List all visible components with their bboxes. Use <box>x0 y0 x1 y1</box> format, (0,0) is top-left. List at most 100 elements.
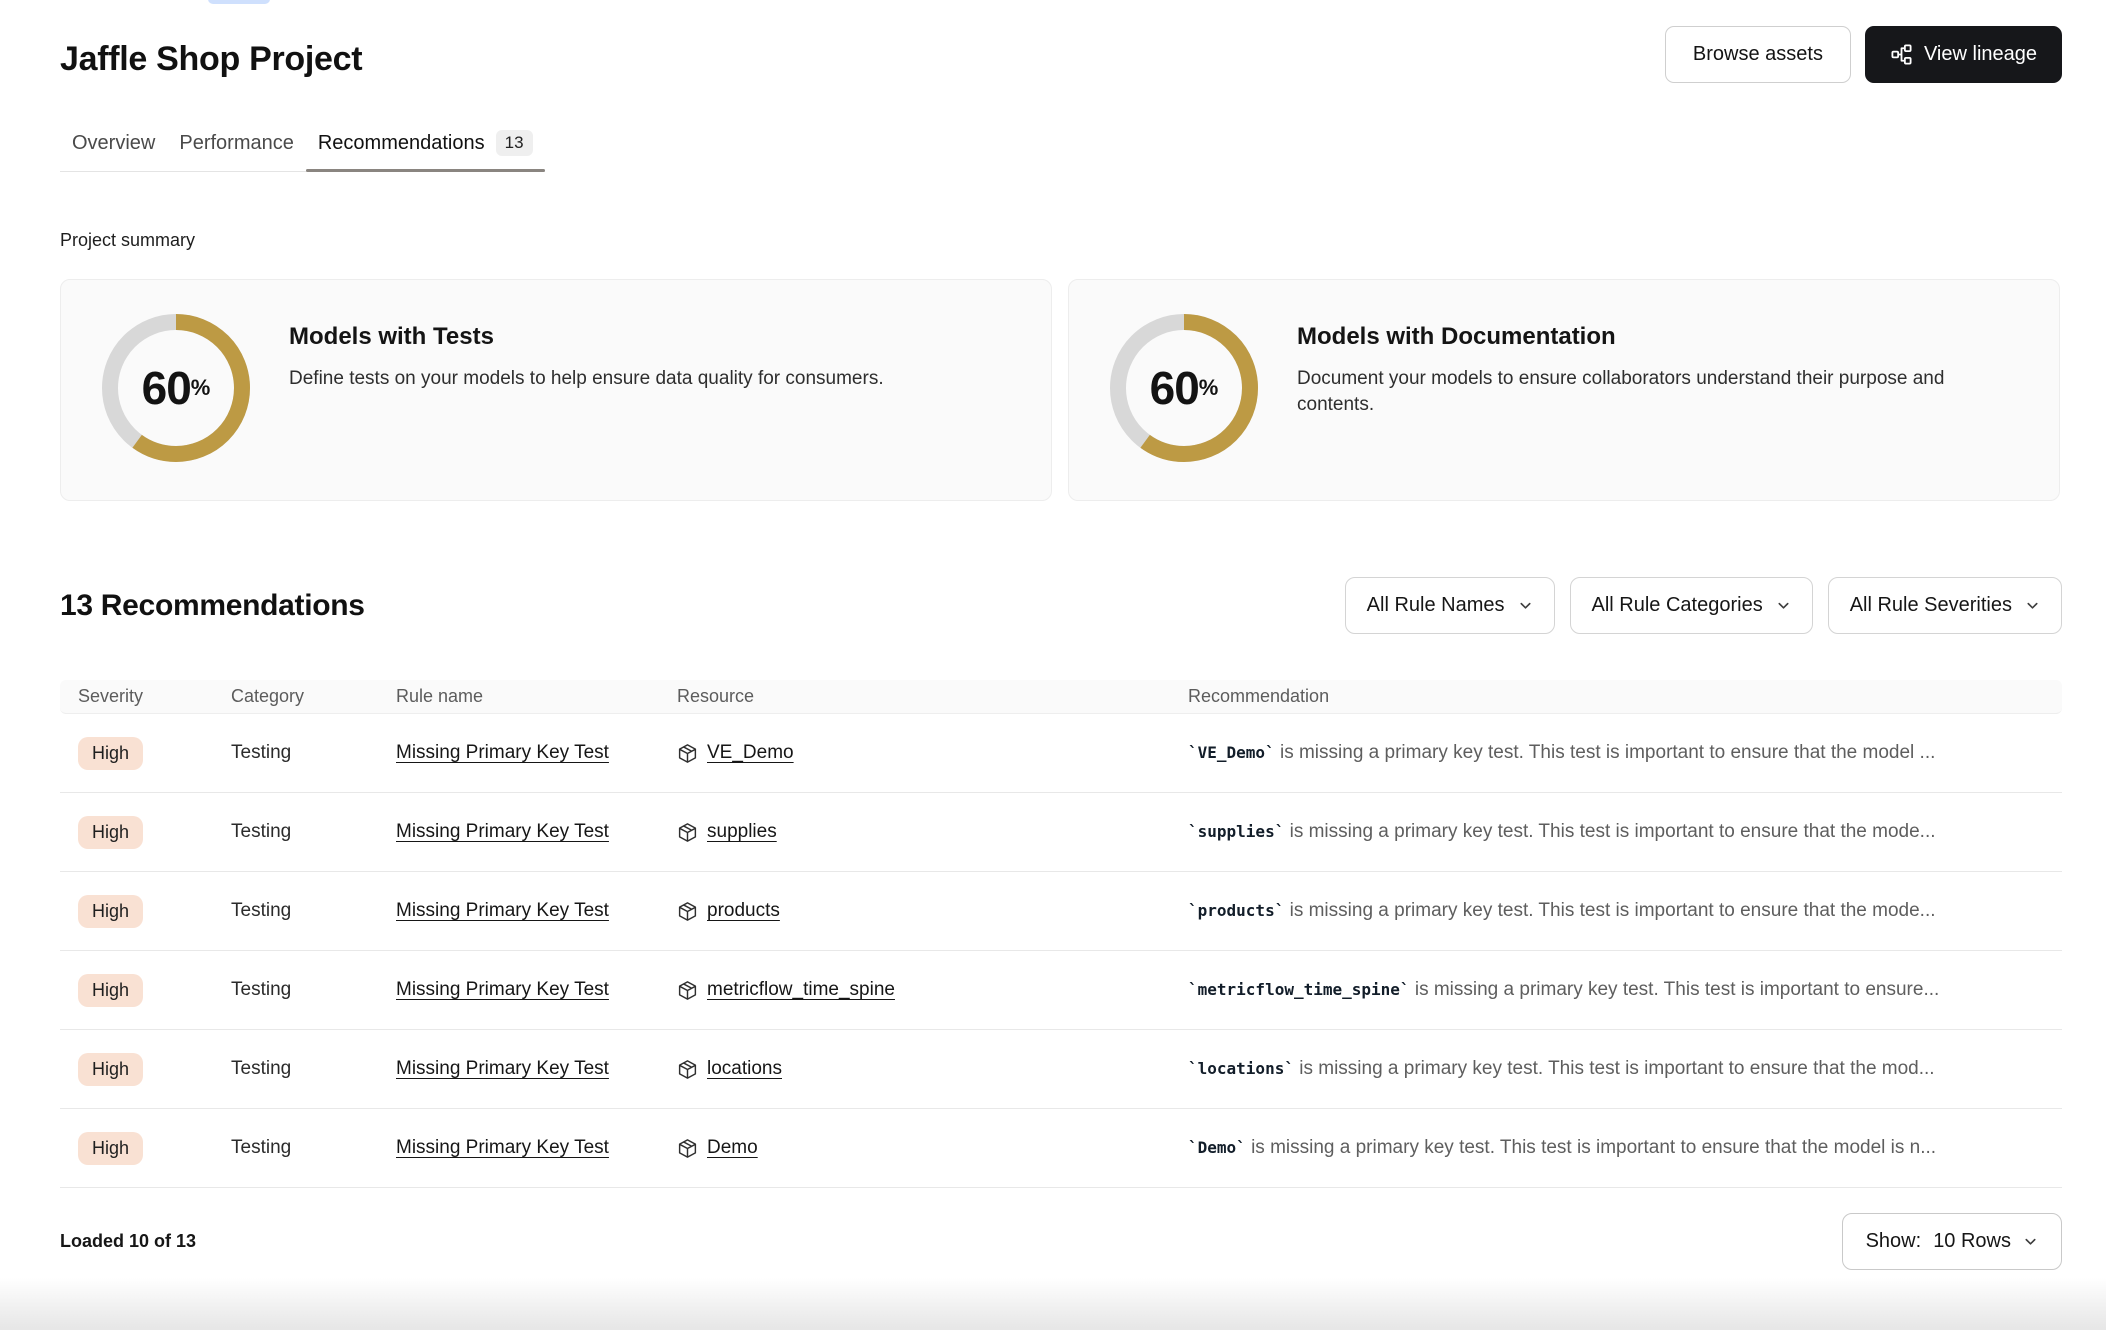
chevron-down-icon <box>1776 598 1791 613</box>
resource-link[interactable]: metricflow_time_spine <box>707 979 895 1001</box>
resource-link[interactable]: locations <box>707 1058 782 1080</box>
project-summary-label: Project summary <box>60 230 2062 251</box>
docs-donut-value: 60% <box>1109 313 1259 463</box>
recommendations-count-badge: 13 <box>496 130 533 156</box>
recommendation-code: `supplies` <box>1188 822 1284 841</box>
resource-link[interactable]: VE_Demo <box>707 742 794 764</box>
recommendations-header-row: 13 Recommendations All Rule Names All Ru… <box>60 577 2062 634</box>
rule-name-link[interactable]: Missing Primary Key Test <box>396 1058 609 1079</box>
column-recommendation: Recommendation <box>1188 686 2044 707</box>
recommendations-page: Jaffle Shop Project Browse assets View l… <box>0 0 2106 1330</box>
recommendation-text: is missing a primary key test. This test… <box>1290 900 1936 921</box>
show-label: Show: <box>1866 1230 1922 1253</box>
table-row: High Testing Missing Primary Key Test su… <box>60 793 2062 872</box>
bottom-fade-overlay <box>0 1278 2106 1330</box>
filter-bar: All Rule Names All Rule Categories All R… <box>1345 577 2062 634</box>
cube-icon <box>677 901 698 922</box>
tab-overview-label: Overview <box>72 132 155 155</box>
chevron-down-icon <box>2023 1234 2038 1249</box>
lineage-graph-icon <box>1890 43 1913 66</box>
tab-overview[interactable]: Overview <box>60 130 167 171</box>
tab-recommendations[interactable]: Recommendations 13 <box>306 130 545 171</box>
tab-bar: Overview Performance Recommendations 13 <box>60 130 545 172</box>
recommendation-cell: `Demo` is missing a primary key test. Th… <box>1188 1137 2044 1159</box>
recommendation-code: `VE_Demo` <box>1188 743 1275 762</box>
recommendation-cell: `locations` is missing a primary key tes… <box>1188 1058 2044 1080</box>
column-category: Category <box>231 686 396 707</box>
tests-card-title: Models with Tests <box>289 323 884 351</box>
recommendation-text: is missing a primary key test. This test… <box>1280 742 1935 763</box>
recommendation-cell: `products` is missing a primary key test… <box>1188 900 2044 922</box>
rule-name-link[interactable]: Missing Primary Key Test <box>396 821 609 842</box>
page-title: Jaffle Shop Project <box>60 26 362 79</box>
recommendation-text: is missing a primary key test. This test… <box>1290 821 1936 842</box>
resource-link[interactable]: Demo <box>707 1137 758 1159</box>
resource-link[interactable]: supplies <box>707 821 777 843</box>
table-row: High Testing Missing Primary Key Test me… <box>60 951 2062 1030</box>
rule-name-link[interactable]: Missing Primary Key Test <box>396 979 609 1000</box>
recommendation-cell: `metricflow_time_spine` is missing a pri… <box>1188 979 2044 1001</box>
filter-rule-categories-label: All Rule Categories <box>1592 594 1763 617</box>
table-row: High Testing Missing Primary Key Test pr… <box>60 872 2062 951</box>
table-body: High Testing Missing Primary Key Test VE… <box>60 714 2062 1188</box>
severity-badge: High <box>78 1132 143 1165</box>
tab-recommendations-label: Recommendations <box>318 132 485 155</box>
tests-percent-sign: % <box>191 375 211 401</box>
models-with-tests-card: 60% Models with Tests Define tests on yo… <box>60 279 1052 501</box>
rows-per-page-dropdown[interactable]: Show: 10 Rows <box>1842 1213 2062 1270</box>
resource-cell: metricflow_time_spine <box>677 979 1188 1001</box>
rule-name-link[interactable]: Missing Primary Key Test <box>396 1137 609 1158</box>
severity-badge: High <box>78 737 143 770</box>
chevron-down-icon <box>2025 598 2040 613</box>
severity-badge: High <box>78 816 143 849</box>
column-rule-name: Rule name <box>396 686 677 707</box>
category-cell: Testing <box>231 979 396 1001</box>
severity-badge: High <box>78 1053 143 1086</box>
recommendation-code: `locations` <box>1188 1059 1294 1078</box>
view-lineage-label: View lineage <box>1924 43 2037 66</box>
filter-rule-severities-label: All Rule Severities <box>1850 594 2012 617</box>
docs-card-text: Models with Documentation Document your … <box>1297 313 2019 418</box>
page-header: Jaffle Shop Project Browse assets View l… <box>60 26 2062 83</box>
resource-cell: VE_Demo <box>677 742 1188 764</box>
tests-donut-chart: 60% <box>101 313 251 463</box>
recommendation-code: `metricflow_time_spine` <box>1188 980 1410 999</box>
docs-donut-chart: 60% <box>1109 313 1259 463</box>
severity-badge: High <box>78 974 143 1007</box>
docs-card-title: Models with Documentation <box>1297 323 2019 351</box>
filter-rule-categories[interactable]: All Rule Categories <box>1570 577 1813 634</box>
resource-cell: locations <box>677 1058 1188 1080</box>
view-lineage-button[interactable]: View lineage <box>1865 26 2062 83</box>
top-edge-artifact <box>208 0 270 4</box>
category-cell: Testing <box>231 1058 396 1080</box>
table-row: High Testing Missing Primary Key Test De… <box>60 1109 2062 1188</box>
show-value: 10 Rows <box>1933 1230 2011 1253</box>
rule-name-link[interactable]: Missing Primary Key Test <box>396 900 609 921</box>
resource-cell: products <box>677 900 1188 922</box>
browse-assets-button[interactable]: Browse assets <box>1665 26 1851 83</box>
docs-percent-sign: % <box>1199 375 1219 401</box>
header-actions: Browse assets View lineage <box>1665 26 2062 83</box>
browse-assets-label: Browse assets <box>1693 43 1823 66</box>
chevron-down-icon <box>1518 598 1533 613</box>
cube-icon <box>677 743 698 764</box>
recommendations-table: Severity Category Rule name Resource Rec… <box>60 680 2062 1188</box>
cube-icon <box>677 1059 698 1080</box>
rule-name-link[interactable]: Missing Primary Key Test <box>396 742 609 763</box>
tab-performance[interactable]: Performance <box>167 130 306 171</box>
tests-card-text: Models with Tests Define tests on your m… <box>289 313 884 392</box>
resource-cell: Demo <box>677 1137 1188 1159</box>
resource-link[interactable]: products <box>707 900 780 922</box>
tab-performance-label: Performance <box>179 132 294 155</box>
recommendation-text: is missing a primary key test. This test… <box>1251 1137 1936 1158</box>
resource-cell: supplies <box>677 821 1188 843</box>
severity-badge: High <box>78 895 143 928</box>
filter-rule-severities[interactable]: All Rule Severities <box>1828 577 2062 634</box>
recommendation-code: `Demo` <box>1188 1138 1246 1157</box>
filter-rule-names[interactable]: All Rule Names <box>1345 577 1555 634</box>
filter-rule-names-label: All Rule Names <box>1367 594 1505 617</box>
category-cell: Testing <box>231 1137 396 1159</box>
summary-cards: 60% Models with Tests Define tests on yo… <box>60 279 2062 501</box>
docs-card-description: Document your models to ensure collabora… <box>1297 366 2019 418</box>
category-cell: Testing <box>231 742 396 764</box>
